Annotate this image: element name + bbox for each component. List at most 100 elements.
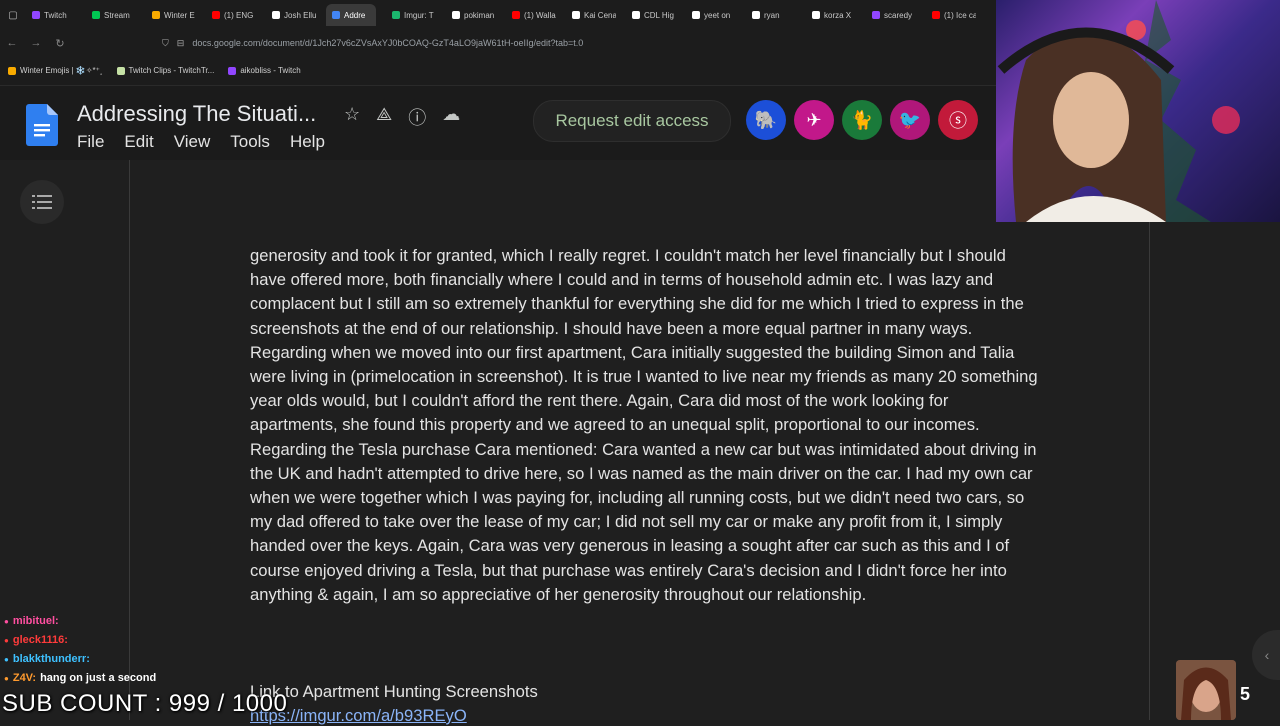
tab-label: pokiman — [464, 10, 495, 20]
tab-favicon-icon — [872, 11, 880, 19]
chat-message: ● gleck1116: — [4, 631, 156, 650]
tab-label: ryan — [764, 10, 780, 20]
bookmark-label: Twitch Clips - TwitchTr... — [128, 66, 215, 75]
move-to-drive-icon[interactable]: ⟁ — [376, 104, 392, 130]
tab-label: CDL Hig — [644, 10, 674, 20]
browser-tab[interactable]: korza X — [806, 4, 856, 26]
guest-camera-thumbnail — [1176, 660, 1236, 720]
tab-favicon-icon — [572, 11, 580, 19]
tab-favicon-icon — [92, 11, 100, 19]
browser-tab[interactable]: Kai Cena — [566, 4, 616, 26]
cloud-status-icon[interactable]: ☁ — [442, 104, 460, 130]
bookmark-favicon-icon — [8, 66, 16, 75]
menu-help[interactable]: Help — [290, 132, 325, 152]
tab-favicon-icon — [272, 11, 280, 19]
tab-favicon-icon — [152, 11, 160, 19]
tab-favicon-icon — [512, 11, 520, 19]
side-panel-toggle-icon[interactable]: ‹ — [1252, 630, 1280, 680]
info-icon[interactable]: ⓘ — [408, 104, 426, 130]
bookmark-item[interactable]: Winter Emojis | ❄️✧*⁺˳ — [8, 66, 103, 75]
browser-tab[interactable]: Stream — [86, 4, 136, 26]
security-shield-icon: ⛉ — [162, 37, 169, 48]
chat-username: gleck1116: — [12, 634, 68, 646]
back-icon[interactable]: ← — [0, 37, 24, 49]
bookmark-favicon-icon — [116, 66, 125, 75]
guest-face-image — [1176, 660, 1236, 720]
tab-overview-icon[interactable]: ▢ — [0, 10, 26, 21]
document-outline-button[interactable] — [20, 180, 64, 224]
browser-tab[interactable]: Addre — [326, 4, 376, 26]
tab-favicon-icon — [332, 11, 340, 19]
site-info-icon[interactable]: ⊟ — [177, 38, 185, 49]
menu-file[interactable]: File — [77, 132, 104, 152]
chat-badge-icon: ● — [4, 617, 9, 626]
bookmark-item[interactable]: aikobliss - Twitch — [228, 66, 301, 75]
browser-tab[interactable]: yeet on — [686, 4, 736, 26]
chat-badge-icon: ● — [4, 655, 9, 664]
browser-tab[interactable]: ryan — [746, 4, 796, 26]
bookmark-label: Winter Emojis | ❄️✧*⁺˳ — [20, 66, 103, 75]
browser-tab[interactable]: Imgur: T — [386, 4, 436, 26]
browser-tab[interactable]: Twitch — [26, 4, 76, 26]
webcam-feed-image — [997, 0, 1240, 222]
reload-icon[interactable]: ↻ — [48, 37, 72, 50]
sub-count-overlay: SUB COUNT : 999 / 1000 — [2, 690, 288, 717]
menu-view[interactable]: View — [174, 132, 211, 152]
bookmark-favicon-icon — [228, 66, 237, 75]
address-bar[interactable]: ⛉ ⊟ docs.google.com/document/d/1Jch27v6c… — [162, 38, 583, 49]
chat-badge-icon: ● — [4, 636, 9, 645]
docs-menu-bar: File Edit View Tools Help — [77, 132, 345, 152]
request-edit-access-button[interactable]: Request edit access — [533, 100, 731, 142]
browser-tab[interactable]: (1) ENG — [206, 4, 256, 26]
chat-message: ● blakkthunderr: — [4, 650, 156, 669]
menu-edit[interactable]: Edit — [124, 132, 153, 152]
browser-tab[interactable]: scaredy — [866, 4, 916, 26]
tab-label: Josh Ellu — [284, 10, 316, 20]
google-docs-logo-icon[interactable] — [26, 104, 58, 146]
stream-chat-overlay: ● mibituel: ● gleck1116: ● blakkthunderr: ● Z4V… — [4, 612, 156, 688]
swirl-badge-icon: ⓢ — [938, 100, 978, 140]
tab-label: (1) Ice ca — [944, 10, 976, 20]
streamer-webcam — [996, 0, 1280, 222]
url-text: docs.google.com/document/d/1Jch27v6cZVsA… — [192, 38, 584, 48]
tab-label: Winter E — [164, 10, 195, 20]
browser-tab[interactable]: Winter E — [146, 4, 196, 26]
chat-username: mibituel: — [12, 615, 59, 627]
tab-favicon-icon — [212, 11, 220, 19]
chat-message: ● mibituel: — [4, 612, 156, 631]
tab-favicon-icon — [752, 11, 760, 19]
tab-label: (1) ENG — [224, 10, 254, 20]
bookmark-label: aikobliss - Twitch — [240, 66, 301, 75]
plane-badge-icon: ✈ — [794, 100, 834, 140]
browser-tab[interactable]: pokiman — [446, 4, 496, 26]
tab-label: Stream — [104, 10, 130, 20]
tab-label: Kai Cena — [584, 10, 616, 20]
tab-label: scaredy — [884, 10, 913, 20]
tab-favicon-icon — [392, 11, 400, 19]
tab-favicon-icon — [692, 11, 700, 19]
chat-badge-icon: ● — [4, 674, 9, 683]
browser-tab[interactable]: (1) Walla — [506, 4, 556, 26]
page-margin-line — [1149, 222, 1150, 720]
viewer-badge-count: 5 — [1240, 684, 1251, 704]
cat-badge-icon: 🐈 — [842, 100, 882, 140]
tab-label: (1) Walla — [524, 10, 556, 20]
tab-favicon-icon — [632, 11, 640, 19]
chat-message: ● Z4V: hang on just a second — [4, 669, 156, 688]
tab-label: Imgur: T — [404, 10, 434, 20]
elephant-badge-icon: 🐘 — [746, 100, 786, 140]
document-body-text[interactable]: generosity and took it for granted, whic… — [250, 244, 1040, 607]
tab-favicon-icon — [452, 11, 460, 19]
menu-tools[interactable]: Tools — [230, 132, 270, 152]
bookmark-item[interactable]: Twitch Clips - TwitchTr... — [116, 66, 215, 75]
tab-favicon-icon — [32, 11, 40, 19]
document-title[interactable]: Addressing The Situati... — [77, 101, 316, 127]
browser-tab[interactable]: (1) Ice ca — [926, 4, 976, 26]
browser-tab[interactable]: CDL Hig — [626, 4, 676, 26]
chat-username: blakkthunderr: — [12, 653, 90, 665]
star-icon[interactable]: ☆ — [344, 104, 360, 130]
forward-icon[interactable]: → — [24, 37, 48, 49]
apartment-link-heading: Link to Apartment Hunting Screenshots — [250, 682, 538, 701]
browser-tab[interactable]: Josh Ellu — [266, 4, 316, 26]
outline-list-icon — [32, 195, 52, 209]
